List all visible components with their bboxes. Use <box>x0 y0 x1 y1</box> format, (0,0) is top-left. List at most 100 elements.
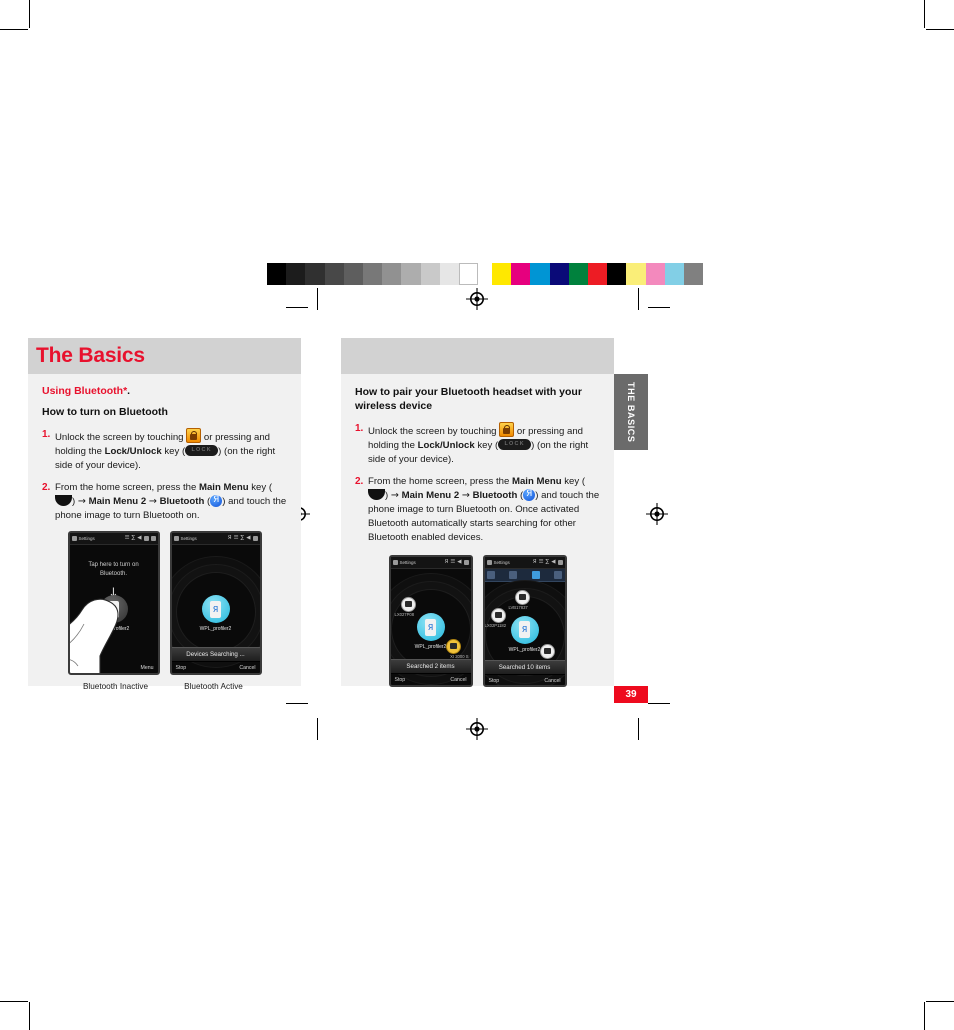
device-image <box>210 600 221 618</box>
step-text: From the home screen, press the Main Men… <box>368 475 600 545</box>
page-number-badge: 39 <box>614 686 648 703</box>
step-number: 1. <box>355 423 364 435</box>
calibration-swatch-gray <box>305 263 325 285</box>
trim-tick-bottom-left <box>317 718 318 740</box>
calibration-swatch-gray <box>343 263 363 285</box>
tab-all-devices[interactable] <box>509 570 518 579</box>
section-label-text: Using Bluetooth* <box>42 385 128 397</box>
discovered-device-node[interactable] <box>514 589 530 605</box>
stop-softkey[interactable]: Stop <box>176 665 187 671</box>
phone-status-bar: Settings Я ☰ ∑ ◀ <box>171 532 260 545</box>
figure-row-right: Settings Я ☰ ◀ LX027P08 XI 2000 S Я WPL_… <box>355 554 600 687</box>
discovered-device-node[interactable] <box>490 607 506 623</box>
softkey-bar: Stop Cancel <box>172 662 260 673</box>
step-text: Unlock the screen by touching or pressin… <box>368 422 600 467</box>
figure-caption: Bluetooth Inactive <box>82 681 149 691</box>
arrow-icon: → <box>148 495 157 507</box>
phone-status-bar: Settings Я ☰ ∑ ◀ <box>484 556 565 569</box>
discovered-device-node[interactable] <box>400 596 416 612</box>
softkey-bar: Stop Cancel <box>391 674 471 685</box>
menu-softkey[interactable]: Menu <box>141 665 154 671</box>
right-column: How to pair your Bluetooth headset with … <box>341 338 614 687</box>
calibration-swatch-gray <box>401 263 421 285</box>
lock-key-icon: LOCK <box>498 439 532 451</box>
settings-app-icon <box>173 535 179 541</box>
step-text-part: Unlock the screen by touching <box>368 426 497 438</box>
left-column-body: Using Bluetooth*. How to turn on Bluetoo… <box>28 374 301 691</box>
bluetooth-icon <box>523 488 536 501</box>
trim-tick-upper-right <box>648 307 670 308</box>
chapter-side-tab: THE BASICS <box>614 374 648 450</box>
tab-scroll-right-button[interactable] <box>554 570 563 579</box>
step-text-part: key ( <box>164 446 186 458</box>
bluetooth-hub-inactive[interactable] <box>99 595 128 624</box>
trim-tick-lower-left <box>286 703 308 704</box>
discovered-device-node[interactable] <box>445 638 461 654</box>
cancel-softkey[interactable]: Cancel <box>239 665 255 671</box>
lock-key-icon: LOCK <box>185 445 219 457</box>
step-text-part: From the home screen, press the <box>368 476 510 488</box>
manual-page: The Basics Using Bluetooth*. How to turn… <box>0 0 954 1030</box>
crop-mark-tr-v <box>924 0 925 28</box>
phone-screen: WPL_profiler2 Devices Searching ... Stop… <box>171 545 260 673</box>
calibration-swatch-gray <box>420 263 440 285</box>
softkey-bar: Stop Cancel <box>485 675 565 685</box>
main-menu-key-icon <box>368 488 385 500</box>
trim-tick-lower-right <box>648 703 670 704</box>
calibration-swatch-gray <box>267 263 287 285</box>
discovered-device-node[interactable] <box>539 643 555 659</box>
trim-tick-bottom-right <box>638 718 639 740</box>
lock-key-label: LOCK <box>504 441 525 448</box>
bluetooth-hub-active[interactable] <box>201 595 230 624</box>
section-label: Using Bluetooth*. <box>42 385 287 397</box>
device-label: WPL_profiler2 <box>414 644 447 651</box>
section-label-suffix: . <box>127 385 131 397</box>
bluetooth-menu-name: Bluetooth <box>472 489 518 501</box>
bluetooth-hub-active[interactable] <box>510 615 539 644</box>
lock-key-label: LOCK <box>191 447 212 454</box>
status-bar-app-name: Settings <box>493 559 510 565</box>
step-number: 2. <box>42 481 51 493</box>
calibration-swatch-color <box>683 263 704 285</box>
step-text-part: key ( <box>251 481 273 493</box>
stop-softkey[interactable]: Stop <box>489 678 500 684</box>
network-icon: ∑ <box>240 535 245 542</box>
subheading-turn-on-bluetooth: How to turn on Bluetooth <box>42 406 168 418</box>
tab-scroll-left-button[interactable] <box>486 570 495 579</box>
registration-mark-right <box>646 503 668 525</box>
status-bar-left: Settings <box>392 559 416 565</box>
bluetooth-hub-active[interactable] <box>416 613 445 642</box>
stop-softkey[interactable]: Stop <box>395 677 406 683</box>
device-image <box>425 618 436 636</box>
cancel-softkey[interactable]: Cancel <box>450 677 466 683</box>
step-item: 2. From the home screen, press the Main … <box>42 481 287 523</box>
crop-mark-bl-v <box>29 1002 30 1030</box>
right-column-header-bar <box>341 338 614 374</box>
subheading-pair-headset: How to pair your Bluetooth headset with … <box>355 386 582 413</box>
trim-tick-top-right <box>638 288 639 310</box>
calibration-swatch-color <box>645 263 665 285</box>
bluetooth-status-icon: Я <box>532 559 537 566</box>
volume-icon: ◀ <box>457 559 462 566</box>
tab-bluetooth-devices[interactable] <box>531 570 540 579</box>
device-node-icon <box>449 643 457 650</box>
device-label: WPL_profiler2 <box>508 646 541 653</box>
search-result-status-bar: Searched 2 items <box>390 658 471 674</box>
crop-mark-tl-v <box>29 0 30 28</box>
left-column: The Basics Using Bluetooth*. How to turn… <box>28 338 301 691</box>
phone-screen: Tap here to turn on Bluetooth. ↓ WPL_pro… <box>69 545 158 673</box>
cancel-softkey[interactable]: Cancel <box>544 678 560 684</box>
status-bar-left: Settings <box>71 535 95 541</box>
network-icon: ∑ <box>545 559 550 566</box>
lock-icon <box>186 428 202 444</box>
calibration-swatch-color <box>626 263 646 285</box>
step-text: Unlock the screen by touching or pressin… <box>55 428 287 473</box>
crop-mark-tr-h <box>926 29 954 30</box>
step-text-part: Unlock the screen by touching <box>55 432 184 444</box>
device-node-icon <box>494 612 502 619</box>
page-title: The Basics <box>36 344 145 367</box>
bluetooth-menu-name: Bluetooth <box>159 495 205 507</box>
searching-status-bar: Devices Searching ... <box>171 646 260 662</box>
status-bar-right: Я ☰ ∑ ◀ <box>533 559 563 565</box>
discovered-device-label: LX027P08 <box>394 611 415 617</box>
